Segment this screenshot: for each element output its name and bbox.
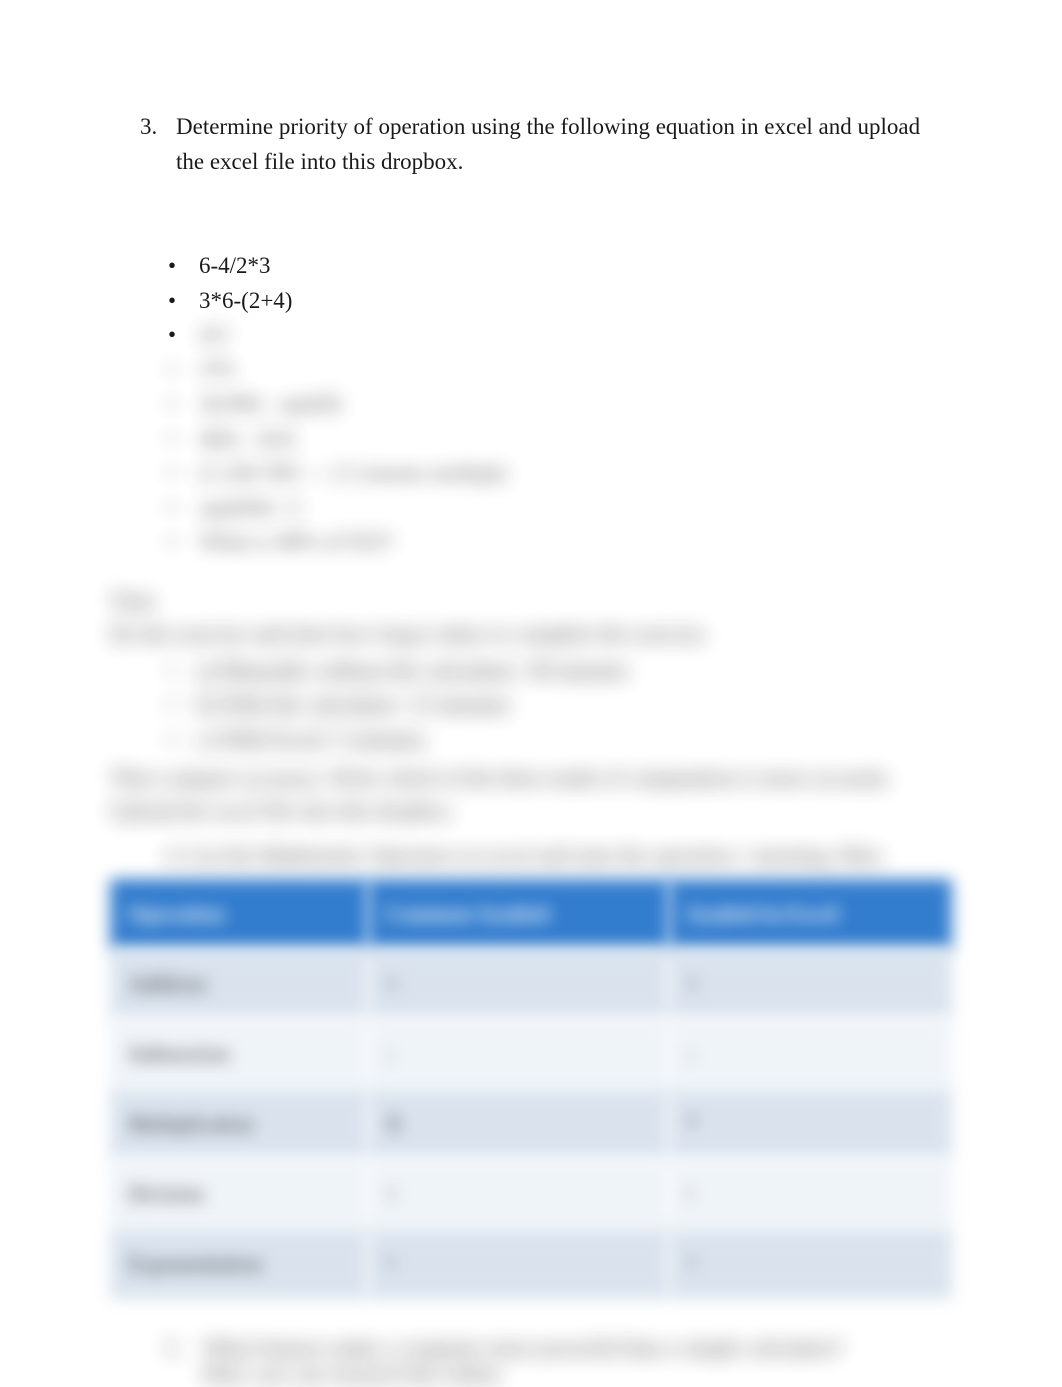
bullet-icon: • xyxy=(165,525,179,560)
timer-item: a) Manually without the calculator: 30 m… xyxy=(197,654,629,689)
timer-item: b) With the calculator: 13 minutes xyxy=(197,688,511,723)
cell-operation: Exponentiation xyxy=(110,1229,368,1299)
question-3-number: 3. xyxy=(140,110,168,179)
question-3: 3. Determine priority of operation using… xyxy=(140,110,952,179)
table-header-row: Operation Common Symbol Symbol in Excel xyxy=(110,879,952,949)
question-3-text: Determine priority of operation using th… xyxy=(176,110,952,179)
question-5-body: What features make a computer more power… xyxy=(203,1335,843,1387)
cell-excel: * xyxy=(669,1089,952,1159)
list-item: • b) With the calculator: 13 minutes xyxy=(165,688,952,723)
cell-excel: ^ xyxy=(669,1229,952,1299)
cell-common: - xyxy=(368,1019,669,1089)
table-row: Division ÷ / xyxy=(110,1159,952,1229)
question-4-number: 4. xyxy=(165,843,182,868)
question-5-line2: Hint: you can research this online. xyxy=(203,1361,843,1387)
cell-operation: Division xyxy=(110,1159,368,1229)
operations-table: Operation Common Symbol Symbol in Excel … xyxy=(110,879,952,1299)
timer-list: • a) Manually without the calculator: 30 … xyxy=(165,654,952,758)
bullet-icon: • xyxy=(165,353,179,388)
list-item: • 3*6 xyxy=(165,353,952,388)
question-5-number: 5. xyxy=(165,1335,193,1387)
timer-trailing: Then compare accuracy. Write which of th… xyxy=(110,761,952,827)
question-4-text: List the Mathematic Operators in excel a… xyxy=(187,843,884,868)
bullet-icon: • xyxy=(165,723,179,758)
cell-excel: + xyxy=(669,949,952,1019)
list-item: • 4/2 xyxy=(165,318,952,353)
bullet-icon: • xyxy=(165,456,179,491)
cell-operation: Multiplication xyxy=(110,1089,368,1159)
equation-text-blurred: (1.24)^365 — (^) means multiply xyxy=(199,456,509,491)
cell-operation: Addition xyxy=(110,949,368,1019)
col-symbol-in-excel: Symbol in Excel xyxy=(669,879,952,949)
equation-text-blurred: What is 48% of 923? xyxy=(199,525,393,560)
list-item: • 3(100) - sqrt(9) xyxy=(165,387,952,422)
question-4: 4. List the Mathematic Operators in exce… xyxy=(165,843,952,869)
timer-block: Time Do the exercise and time how long i… xyxy=(110,584,952,828)
equation-list-clear: • 6-4/2*3 • 3*6-(2+4) • 4/2 • 3*6 • 3(10… xyxy=(165,249,952,560)
equation-text-blurred: sqrt(64) / 2 xyxy=(199,491,301,526)
list-item: • a) Manually without the calculator: 30 … xyxy=(165,654,952,689)
timer-lead: Do the exercise and time how long it tak… xyxy=(110,617,952,650)
cell-excel: / xyxy=(669,1159,952,1229)
bullet-icon: • xyxy=(165,654,179,689)
equation-text-blurred: 3(100) - sqrt(9) xyxy=(199,387,341,422)
table-row: Exponentiation ^ ^ xyxy=(110,1229,952,1299)
equation-text: 3*6-(2+4) xyxy=(199,284,292,319)
question-5: 5. What features make a computer more po… xyxy=(165,1335,952,1387)
bullet-icon: • xyxy=(165,422,179,457)
cell-common: ^ xyxy=(368,1229,669,1299)
table-row: Subtraction - - xyxy=(110,1019,952,1089)
col-operation: Operation xyxy=(110,879,368,949)
equation-text-blurred: 4(6) - 2(3) xyxy=(199,422,295,457)
col-common-symbol: Common Symbol xyxy=(368,879,669,949)
bullet-icon: • xyxy=(165,387,179,422)
list-item: • c) With Excel: 5 minutes xyxy=(165,723,952,758)
list-item: • 6-4/2*3 xyxy=(165,249,952,284)
bullet-icon: • xyxy=(165,491,179,526)
equation-text-blurred: 3*6 xyxy=(199,353,234,388)
cell-common: ÷ xyxy=(368,1159,669,1229)
list-item: • sqrt(64) / 2 xyxy=(165,491,952,526)
question-5-line1: What features make a computer more power… xyxy=(203,1335,843,1361)
list-item: • What is 48% of 923? xyxy=(165,525,952,560)
timer-item: c) With Excel: 5 minutes xyxy=(197,723,426,758)
table-row: Multiplication X * xyxy=(110,1089,952,1159)
cell-common: + xyxy=(368,949,669,1019)
list-item: • 3*6-(2+4) xyxy=(165,284,952,319)
timer-heading: Time xyxy=(110,584,952,617)
bullet-icon: • xyxy=(165,249,179,284)
document-page: 3. Determine priority of operation using… xyxy=(0,0,1062,1376)
bullet-icon: • xyxy=(165,688,179,723)
list-item: • (1.24)^365 — (^) means multiply xyxy=(165,456,952,491)
equation-text-blurred: 4/2 xyxy=(199,318,228,353)
cell-common: X xyxy=(368,1089,669,1159)
bullet-icon: • xyxy=(165,284,179,319)
list-item: • 4(6) - 2(3) xyxy=(165,422,952,457)
cell-operation: Subtraction xyxy=(110,1019,368,1089)
cell-excel: - xyxy=(669,1019,952,1089)
bullet-icon: • xyxy=(165,318,179,353)
table-row: Addition + + xyxy=(110,949,952,1019)
equation-text: 6-4/2*3 xyxy=(199,249,271,284)
